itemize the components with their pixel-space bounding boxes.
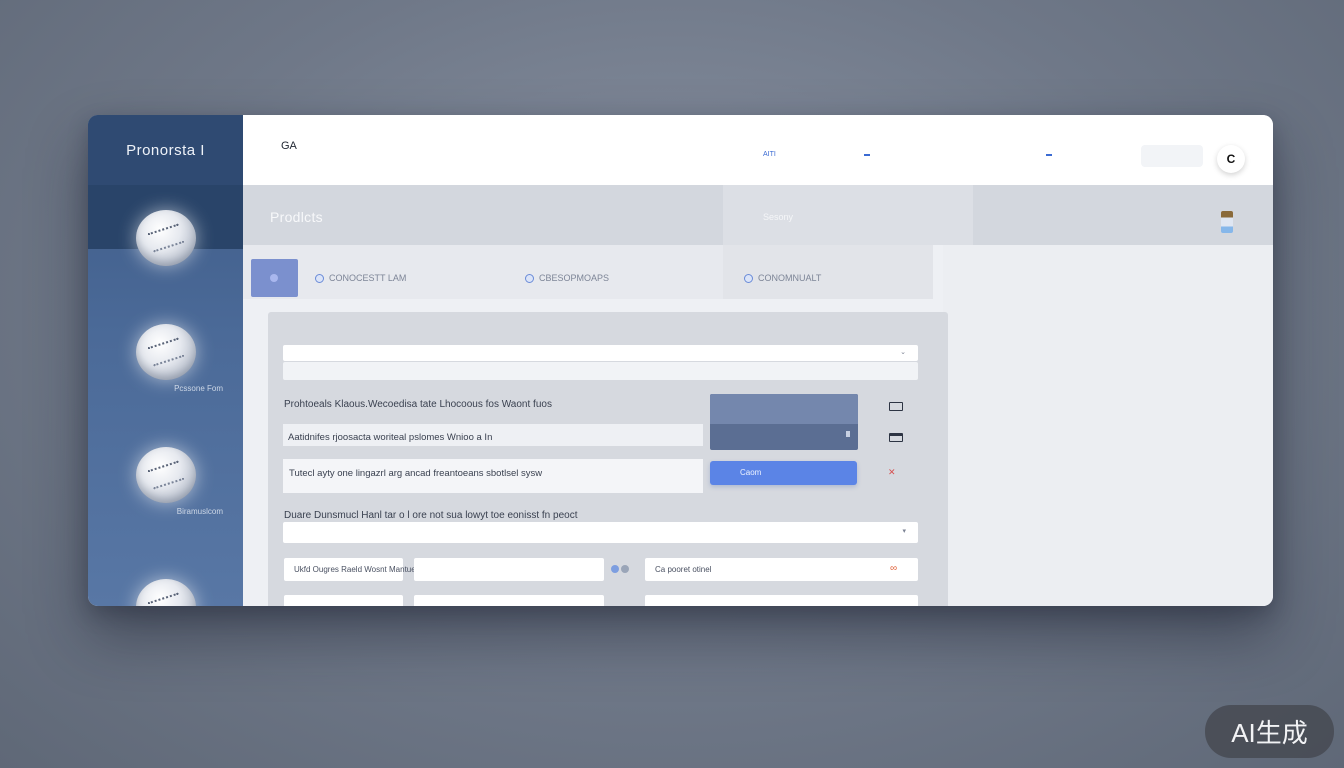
tab-3[interactable]: CONOMNUALT bbox=[744, 273, 821, 283]
scrollbar[interactable] bbox=[846, 431, 850, 437]
tab-row: CONOCESTT LAM CBESOPMOAPS CONOMNUALT bbox=[243, 245, 933, 299]
select-field[interactable]: ▾ bbox=[283, 522, 918, 543]
page-title: Prodlcts bbox=[270, 209, 323, 225]
dropdown-panel[interactable] bbox=[710, 394, 858, 450]
chip-label: Ca pooret otinel bbox=[655, 565, 712, 574]
chip-4[interactable] bbox=[284, 595, 403, 606]
archive-icon[interactable] bbox=[889, 433, 903, 442]
sidebar: Pronorsta I Pcssone Fom Biramuslcom bbox=[88, 115, 243, 606]
tab-label: CONOCESTT LAM bbox=[329, 273, 407, 283]
sidebar-item-1[interactable] bbox=[88, 210, 243, 275]
button-label: Caom bbox=[740, 468, 762, 477]
chip-1[interactable]: Ukfd Ougres Raeld Wosnt Mantue Lacpehcre bbox=[284, 558, 455, 581]
bookmark-icon[interactable] bbox=[1221, 211, 1233, 233]
app-logo[interactable]: GA bbox=[281, 140, 297, 152]
chip-5[interactable] bbox=[414, 595, 604, 606]
nav-item-1[interactable]: AITI bbox=[763, 151, 776, 158]
user-menu[interactable] bbox=[1141, 145, 1203, 167]
product-orb-icon bbox=[135, 324, 196, 380]
chip-2[interactable] bbox=[414, 558, 604, 581]
tab-1[interactable]: CONOCESTT LAM bbox=[315, 273, 406, 283]
primary-button[interactable]: Caom bbox=[710, 461, 857, 485]
sidebar-item-2[interactable]: Pcssone Fom bbox=[88, 324, 243, 398]
calendar-icon[interactable] bbox=[889, 402, 903, 411]
sidebar-item-3[interactable]: Biramuslcom bbox=[88, 447, 243, 521]
status-dots bbox=[611, 565, 629, 573]
nav-divider bbox=[863, 154, 870, 156]
tab-label: CONOMNUALT bbox=[758, 273, 822, 283]
radio-icon bbox=[525, 273, 534, 283]
ai-generated-badge: AI生成 bbox=[1205, 705, 1334, 758]
top-header: GA AITI C bbox=[243, 115, 1273, 186]
sidebar-item-label-right: Pcssone Fom bbox=[174, 384, 223, 393]
product-orb-icon bbox=[135, 579, 196, 606]
avatar[interactable]: C bbox=[1217, 145, 1245, 173]
app-window: Pronorsta I Pcssone Fom Biramuslcom GA A… bbox=[88, 115, 1273, 606]
chip-3[interactable]: Ca pooret otinel bbox=[645, 558, 918, 581]
chevron-down-icon: ⌄ bbox=[900, 349, 906, 356]
chevron-down-icon: ▾ bbox=[902, 528, 906, 535]
title-center-label[interactable]: Sesony bbox=[763, 212, 793, 222]
row-text-3: Tutecl ayty one lingazrl arg ancad frean… bbox=[289, 468, 543, 479]
tab-2[interactable]: CBESOPMOAPS bbox=[525, 273, 609, 283]
tab-row-section bbox=[723, 245, 933, 299]
home-tab-icon[interactable] bbox=[251, 259, 298, 297]
product-orb-icon bbox=[135, 447, 196, 503]
row-text-4: Duare Dunsmucl Hanl tar o l ore not sua … bbox=[284, 510, 578, 521]
radio-icon bbox=[315, 273, 324, 283]
chip-6[interactable] bbox=[645, 595, 918, 606]
product-orb-icon bbox=[135, 210, 196, 266]
tab-label: CBESOPMOAPS bbox=[539, 273, 610, 283]
row-text-2: Aatidnifes rjoosacta woriteal pslomes Wn… bbox=[288, 432, 493, 443]
search-subline bbox=[283, 362, 918, 380]
top-nav: AITI bbox=[763, 151, 1096, 158]
link-icon[interactable]: ∞ bbox=[890, 563, 897, 574]
close-icon[interactable]: ✕ bbox=[888, 467, 896, 478]
brand-title[interactable]: Pronorsta I bbox=[88, 115, 243, 185]
logo-line-1: GA bbox=[281, 140, 297, 152]
sidebar-item-4[interactable] bbox=[88, 579, 243, 606]
sidebar-item-label-right: Biramuslcom bbox=[176, 507, 223, 516]
radio-icon bbox=[744, 273, 753, 283]
row-text-1: Prohtoeals Klaous.Wecoedisa tate Lhocoou… bbox=[284, 399, 552, 410]
page-title-bar: Prodlcts Sesony bbox=[243, 185, 1273, 245]
right-empty-pane bbox=[943, 245, 1273, 606]
nav-divider bbox=[1045, 154, 1052, 156]
search-field[interactable]: ⌄ bbox=[283, 345, 918, 361]
title-center-section: Sesony bbox=[723, 185, 973, 245]
